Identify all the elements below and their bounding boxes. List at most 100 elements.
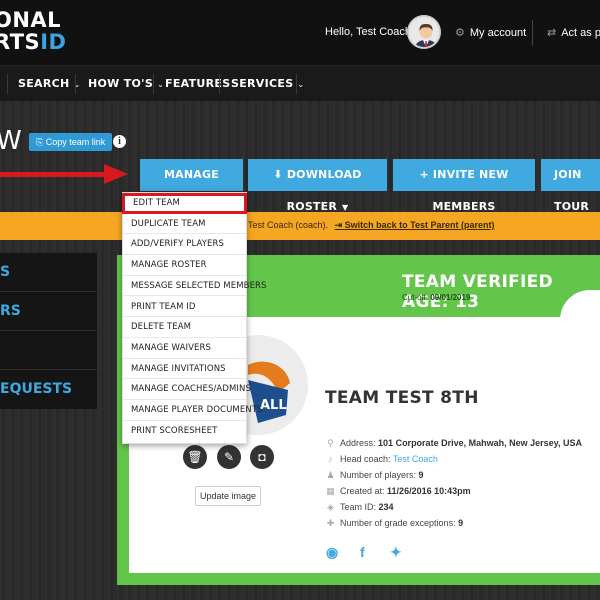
gear-icon: ⚙ — [455, 27, 465, 39]
cutoff-label: Cut-off: — [402, 293, 429, 302]
switch-back-link[interactable]: ⇥ Switch back to Test Parent (parent) — [335, 220, 495, 230]
invite-new-members-label: INVITE NEW MEMBERS — [432, 168, 509, 213]
delete-image-button[interactable]: 🗑 — [183, 445, 207, 469]
menu-item-print-team-id[interactable]: PRINT TEAM ID — [123, 297, 246, 318]
trash-icon: 🗑 — [187, 450, 203, 464]
nav-item-services[interactable]: SERVICES ⌄ — [231, 66, 304, 102]
notice-text: Test Coach (coach). — [248, 220, 329, 230]
download-roster-button[interactable]: ⬇ DOWNLOAD ROSTER ▼ — [248, 159, 387, 213]
twitter-icon[interactable]: ✦ — [390, 544, 402, 561]
menu-item-print-scoresheet[interactable]: PRINT SCORESHEET — [123, 421, 246, 442]
sidebar-item-2[interactable]: RS — [0, 292, 97, 331]
update-image-button[interactable]: Update image — [195, 486, 261, 506]
address-label: Address: — [340, 438, 376, 448]
team-logo-text: ALL — [260, 398, 287, 413]
manage-team-dropdown: EDIT TEAM DUPLICATE TEAM ADD/VERIFY PLAY… — [122, 192, 266, 444]
nav-item-label: HOW TO'S — [88, 77, 154, 90]
chevron-down-icon: ⌄ — [157, 80, 165, 89]
copy-team-link-button[interactable]: ⎘ Copy team link — [29, 133, 113, 151]
nav-divider — [296, 74, 297, 94]
nav-divider — [75, 74, 76, 94]
sidebar-item-requests[interactable]: EQUESTS — [0, 370, 97, 409]
nav-divider — [219, 74, 220, 94]
caret-down-icon: ▼ — [342, 203, 349, 212]
team-id: ◈ Team ID: 234 — [326, 502, 394, 513]
players-label: Number of players: — [340, 470, 417, 480]
act-as-label: Act as par — [561, 27, 600, 39]
my-account-link[interactable]: ⚙ My account — [455, 26, 526, 39]
players-value: 9 — [418, 470, 424, 480]
team-id-value: 234 — [378, 502, 394, 512]
instagram-button[interactable]: ◘ — [250, 445, 274, 469]
pencil-icon: ✎ — [223, 450, 235, 464]
sidebar-item-1[interactable]: S — [0, 253, 97, 292]
nav-divider — [153, 74, 154, 94]
download-icon: ⬇ — [273, 168, 283, 181]
download-roster-label: DOWNLOAD ROSTER — [286, 168, 362, 213]
menu-item-duplicate-team[interactable]: DUPLICATE TEAM — [123, 214, 246, 235]
page-title: W — [0, 126, 22, 156]
nav-divider — [7, 74, 8, 94]
menu-item-manage-waivers[interactable]: MANAGE WAIVERS — [123, 338, 246, 359]
chevron-down-icon: ⌄ — [297, 80, 305, 89]
team-grade-exceptions: ✚ Number of grade exceptions: 9 — [326, 518, 463, 529]
menu-item-manage-invitations[interactable]: MANAGE INVITATIONS — [123, 359, 246, 380]
invite-new-members-button[interactable]: + INVITE NEW MEMBERS — [393, 159, 535, 213]
manage-team-button[interactable]: MANAGE TEAM▼ — [140, 159, 243, 213]
left-sidebar: S RS EQUESTS — [0, 253, 97, 409]
whistle-icon: ♪ — [328, 454, 333, 464]
logo-line-2: RTSID — [0, 30, 66, 54]
join-tournament-button[interactable]: JOIN TOUR — [541, 159, 600, 213]
menu-item-message-selected-members[interactable]: MESSAGE SELECTED MEMBERS — [123, 276, 266, 297]
menu-item-delete-team[interactable]: DELETE TEAM — [123, 317, 246, 338]
edit-image-button[interactable]: ✎ — [217, 445, 241, 469]
menu-item-manage-coaches-admins[interactable]: MANAGE COACHES/ADMINS — [123, 379, 251, 400]
cutoff-date: Cut-off: 09/01/2019 — [402, 293, 470, 302]
team-address: ⚲ Address: 101 Corporate Drive, Mahwah, N… — [326, 438, 582, 449]
tag-icon: ◈ — [327, 502, 334, 512]
facebook-icon[interactable]: f — [360, 544, 365, 560]
nav-item-search[interactable]: SEARCH ⌄ — [18, 66, 81, 102]
plus-icon: + — [419, 168, 429, 181]
logo-line-1: ONAL — [0, 8, 62, 32]
nav-item-label: FEATURES — [165, 77, 231, 90]
copy-icon: ⎘ — [36, 137, 46, 147]
menu-item-manage-player-documents[interactable]: MANAGE PLAYER DOCUMENTS — [123, 400, 262, 421]
grade-exceptions-label: Number of grade exceptions: — [340, 518, 456, 528]
team-player-count: ♟ Number of players: 9 — [326, 470, 424, 481]
team-created-at: ▦ Created at: 11/26/2016 10:43pm — [326, 486, 471, 497]
team-verified-age: TEAM VERIFIED AGE: 13 — [402, 272, 553, 312]
created-value: 11/26/2016 10:43pm — [387, 486, 471, 496]
team-head-coach: ♪ Head coach: Test Coach — [326, 454, 438, 464]
act-as-link[interactable]: ⇄ Act as par — [547, 26, 600, 39]
logo-line-2-id: ID — [40, 30, 67, 54]
team-name: TEAM TEST 8TH — [325, 388, 479, 408]
logo-line-2-prefix: RTS — [0, 30, 41, 54]
avatar-icon — [409, 17, 439, 47]
join-tournament-label: JOIN TOUR — [554, 168, 590, 213]
main-nav: SEARCH ⌄ HOW TO'S ⌄ FEATURES SERVICES ⌄ — [0, 65, 600, 101]
calendar-icon: ▦ — [326, 486, 335, 496]
menu-item-manage-roster[interactable]: MANAGE ROSTER — [123, 255, 246, 276]
red-arrow-shaft — [0, 172, 110, 177]
head-coach-label: Head coach: — [340, 454, 391, 464]
menu-item-add-verify-players[interactable]: ADD/VERIFY PLAYERS — [123, 234, 246, 256]
address-value: 101 Corporate Drive, Mahwah, New Jersey,… — [378, 438, 582, 448]
globe-icon[interactable]: ◉ — [326, 544, 338, 561]
instagram-icon: ◘ — [258, 450, 266, 464]
head-coach-link[interactable]: Test Coach — [393, 454, 438, 464]
menu-item-edit-team[interactable]: EDIT TEAM — [122, 193, 247, 214]
nav-item-features[interactable]: FEATURES — [165, 66, 230, 102]
copy-team-link-label: Copy team link — [45, 137, 106, 147]
sidebar-item-3[interactable] — [0, 331, 97, 370]
header-divider — [532, 20, 533, 46]
cutoff-value: 09/01/2019 — [430, 293, 471, 302]
greeting-text: Hello, Test Coach — [325, 26, 412, 38]
map-marker-icon: ⚲ — [327, 438, 334, 448]
info-icon[interactable]: i — [113, 135, 126, 148]
site-logo[interactable]: ONAL RTSID — [0, 8, 66, 54]
nav-item-label: SERVICES — [231, 77, 294, 90]
switch-icon: ⇄ — [547, 27, 557, 39]
top-header: ONAL RTSID Hello, Test Coach ⚙ My account… — [0, 0, 600, 65]
user-avatar[interactable] — [407, 15, 441, 49]
